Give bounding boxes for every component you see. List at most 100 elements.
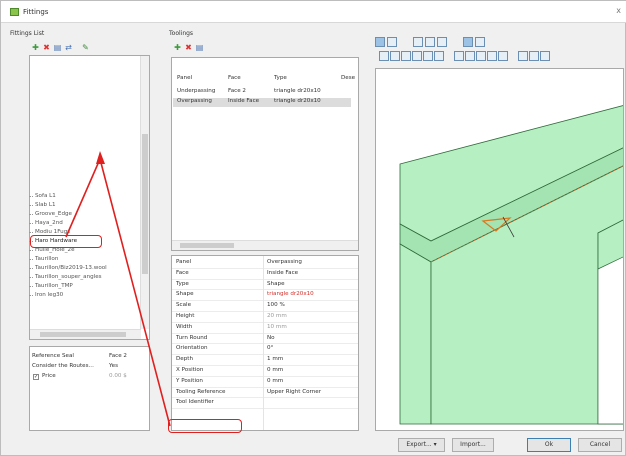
ref-label: Consider the Routes... [32, 363, 94, 369]
property-value[interactable]: 0° [267, 345, 355, 351]
ref-value[interactable]: Yes [109, 363, 147, 369]
delete-tooling-icon[interactable]: ✖ [184, 43, 193, 52]
view-back-icon[interactable] [434, 51, 444, 61]
property-label: Type [176, 280, 189, 287]
toolings-scrollbar-h[interactable] [172, 240, 358, 250]
pan-icon[interactable] [425, 37, 435, 47]
property-label: Panel [176, 259, 192, 265]
tooling-cell[interactable]: Face 2 [228, 88, 272, 94]
edit-icon[interactable]: ▤ [53, 43, 62, 52]
property-value[interactable]: 0 mm [267, 367, 355, 373]
3d-model [399, 105, 623, 425]
tooling-cell-selected[interactable]: Inside Face [228, 98, 272, 104]
cancel-button[interactable]: Cancel [578, 438, 622, 452]
ref-label: Reference Seal [32, 353, 74, 359]
property-divider [172, 397, 358, 399]
tooling-cell-selected[interactable]: Overpassing [177, 98, 225, 104]
tree-item[interactable]: Taurillon [28, 256, 58, 262]
title-bar: Fittings x [1, 1, 626, 23]
column-header-face[interactable]: Face [228, 75, 241, 81]
toolings-table [171, 57, 359, 251]
ref-value[interactable]: Face 2 [109, 353, 147, 359]
view-bottom-icon[interactable] [390, 51, 400, 61]
property-value[interactable]: 0 mm [267, 378, 355, 384]
tree-scrollbar-v[interactable] [140, 56, 149, 329]
property-label: Y Position [176, 377, 203, 384]
property-value[interactable]: Inside Face [267, 270, 355, 276]
tree-item[interactable]: Taurillon/Biz2019-13.wool [29, 265, 107, 271]
iso-1-icon[interactable] [454, 51, 464, 61]
column-header-desc[interactable]: Dese [341, 75, 357, 81]
tree-item[interactable]: Taurillon_TMP [29, 283, 73, 289]
tree-item[interactable]: Slab L1 [29, 202, 56, 208]
tree-scrollbar-h[interactable] [30, 329, 141, 339]
toolings-hscroll-thumb[interactable] [180, 243, 234, 248]
annotation-highlight-fitting [30, 235, 102, 248]
iso-3-icon[interactable] [476, 51, 486, 61]
property-label: Orientation [176, 345, 208, 352]
zoom-icon[interactable] [437, 37, 447, 47]
chevron-down-icon: ▾ [433, 441, 437, 448]
link-icon[interactable]: ⇄ [64, 43, 73, 52]
property-label: Depth [176, 356, 194, 363]
tree-item[interactable]: Iron leg30 [28, 292, 63, 298]
viewport-toolbar-1 [375, 37, 624, 48]
property-divider [172, 332, 358, 334]
select-icon[interactable] [375, 37, 385, 47]
property-value[interactable]: Overpassing [267, 259, 355, 265]
import-button[interactable]: Import... [452, 438, 494, 452]
ref-value[interactable]: 0.00 $ [109, 373, 147, 379]
move-icon[interactable] [387, 37, 397, 47]
property-value[interactable]: triangle dr20x10 [267, 291, 355, 297]
property-label: Face [176, 269, 189, 276]
property-label: Width [176, 323, 193, 330]
column-header-type[interactable]: Type [274, 75, 287, 81]
export-button[interactable]: Export... ▾ [398, 438, 445, 452]
iso-8-icon[interactable] [540, 51, 550, 61]
property-value[interactable]: 20 mm [267, 313, 355, 319]
property-value[interactable]: 1 mm [267, 356, 355, 362]
ok-button[interactable]: Ok [527, 438, 571, 452]
add-tooling-icon[interactable]: ✚ [173, 43, 182, 52]
tree-item[interactable]: Sofa L1 [29, 193, 56, 199]
delete-icon[interactable]: ✖ [42, 43, 51, 52]
copy-icon[interactable]: ▤ [195, 43, 204, 52]
property-divider [172, 375, 358, 377]
property-value[interactable]: 100 % [267, 302, 355, 308]
3d-viewport[interactable] [375, 68, 624, 431]
property-label: Shape [176, 291, 194, 298]
export-label: Export... [406, 441, 432, 448]
view-left-icon[interactable] [401, 51, 411, 61]
property-divider [172, 321, 358, 323]
tree-item[interactable]: Haya_2nd [29, 220, 63, 226]
property-value[interactable]: Shape [267, 281, 355, 287]
tool-icon[interactable]: ✎ [81, 43, 90, 52]
close-icon[interactable]: x [616, 6, 621, 15]
iso-2-icon[interactable] [465, 51, 475, 61]
tree-hscroll-thumb[interactable] [40, 332, 126, 337]
tree-item[interactable]: Taurillon_souper_angles [29, 274, 102, 280]
iso-7-icon[interactable] [529, 51, 539, 61]
price-checkbox[interactable]: ✓ [33, 374, 39, 380]
wire-icon[interactable] [475, 37, 485, 47]
property-value[interactable]: Upper Right Corner [267, 389, 355, 395]
view-right-icon[interactable] [412, 51, 422, 61]
tooling-cell[interactable]: Underpassing [177, 88, 225, 94]
property-column-divider [263, 256, 264, 430]
rotate-icon[interactable] [413, 37, 423, 47]
view-top-icon[interactable] [379, 51, 389, 61]
property-value[interactable]: No [267, 335, 355, 341]
annotation-highlight-tool-id [168, 419, 242, 433]
tree-item[interactable]: Groove_Edge [29, 211, 72, 217]
iso-6-icon[interactable] [518, 51, 528, 61]
iso-4-icon[interactable] [487, 51, 497, 61]
render-icon[interactable] [463, 37, 473, 47]
add-icon[interactable]: ✚ [31, 43, 40, 52]
tooling-cell-selected[interactable]: triangle dr20x10 [274, 98, 338, 104]
view-front-icon[interactable] [423, 51, 433, 61]
tree-scroll-thumb[interactable] [142, 134, 148, 274]
column-header-panel[interactable]: Panel [177, 75, 192, 81]
property-value[interactable]: 10 mm [267, 324, 355, 330]
iso-5-icon[interactable] [498, 51, 508, 61]
tooling-cell[interactable]: triangle dr20x10 [274, 88, 338, 94]
